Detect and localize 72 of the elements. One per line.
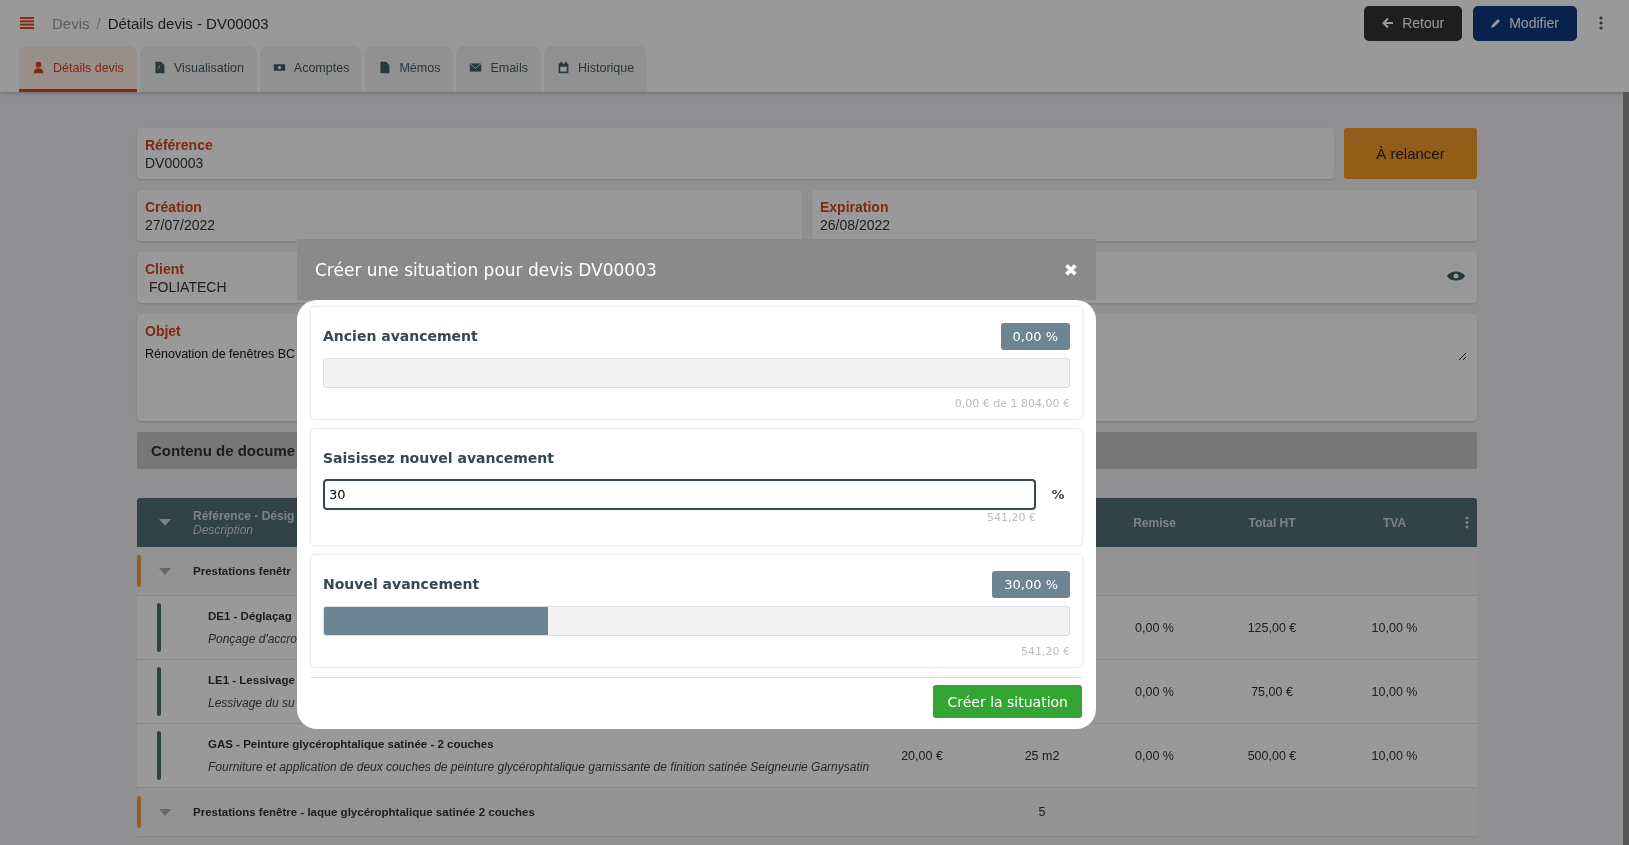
user-icon: [32, 61, 45, 74]
item-title: DE1 - Déglaçag: [208, 609, 292, 622]
amount-text: 0,00 € de 1 804,00 €: [953, 397, 1070, 410]
amount-text: 541,20 €: [986, 511, 1036, 524]
page-title: Détails devis - DV00003: [107, 14, 269, 32]
document-icon: [378, 61, 392, 74]
item-title: LE1 - Lessivage: [208, 673, 295, 686]
column-header: Remise: [1132, 515, 1177, 530]
number-input-field[interactable]: 30: [323, 479, 1036, 510]
column-subheader: Description: [193, 522, 254, 537]
eye-icon[interactable]: [1447, 270, 1465, 282]
breadcrumb-separator: /: [96, 14, 101, 32]
field-value: FOLIATECH: [148, 279, 227, 295]
table-cell-text: 25 m2: [1023, 748, 1061, 763]
calendar-icon: [556, 61, 570, 74]
table-cell-text: 5: [1037, 805, 1047, 819]
item-description: Fourniture et application de deux couches de peinture glycérophtalique garnissante de finition satinée Seigneurie Garnysatin: [208, 759, 870, 774]
field-label: Client: [145, 261, 184, 277]
field-value: DV00003: [145, 155, 204, 171]
banknote-icon: [272, 61, 286, 74]
item-description: Lessivage du su: [208, 695, 295, 710]
tab[interactable]: Visualisation: [139, 46, 257, 92]
breadcrumb-link[interactable]: Devis: [52, 14, 90, 32]
edit-button[interactable]: Modifier: [1473, 5, 1577, 41]
field-label: Objet: [145, 323, 181, 339]
more-options-icon[interactable]: [1599, 16, 1603, 30]
table-cell-text: 0,00 %: [1134, 748, 1175, 763]
percentage-badge: 0,00 %: [1000, 322, 1070, 350]
back-button[interactable]: Retour: [1364, 5, 1463, 41]
section-label: Saisissez nouvel avancement: [323, 450, 554, 466]
field-value: 26/08/2022: [820, 217, 891, 233]
table-cell-text: 0,00 %: [1134, 684, 1175, 699]
pencil-icon: [1491, 18, 1502, 28]
modal-title: Créer une situation pour devis DV00003: [315, 259, 657, 280]
tab[interactable]: Détails devis: [19, 46, 137, 92]
section-label: Ancien avancement: [323, 328, 478, 344]
item-description: Ponçage d'accro: [208, 631, 297, 646]
table-cell-text: 10,00 %: [1370, 620, 1419, 635]
column-header: Total HT: [1247, 515, 1297, 530]
group-title: Prestations fenêtr: [193, 565, 292, 577]
tab[interactable]: Historique: [543, 46, 648, 92]
column-header: TVA: [1381, 515, 1408, 530]
object-text: Rénovation de fenêtres BC: [145, 347, 296, 361]
tab[interactable]: Acomptes: [259, 46, 363, 92]
create-situation-button[interactable]: Créer la situation: [933, 685, 1082, 718]
amount-text: 541,20 €: [1020, 645, 1070, 658]
pdf-file-icon: [152, 61, 166, 74]
status-button[interactable]: À relancer: [1344, 128, 1477, 179]
field-label: Création: [145, 199, 202, 215]
envelope-icon: [469, 61, 483, 74]
menu-icon[interactable]: [20, 17, 34, 29]
table-cell-text: 500,00 €: [1246, 748, 1298, 763]
table-cell-text: 0,00 %: [1134, 620, 1175, 635]
tab[interactable]: Emails: [456, 46, 541, 92]
resize-handle-icon[interactable]: [1458, 352, 1467, 361]
column-header: Référence - Désig: [193, 508, 295, 523]
item-title: GAS - Peinture glycérophtalique satinée - 2 couches: [208, 737, 494, 750]
field-label: Référence: [145, 137, 213, 153]
close-button[interactable]: ✖: [1063, 259, 1078, 280]
unit-label: %: [1050, 487, 1066, 502]
table-cell-text: 10,00 %: [1370, 748, 1419, 763]
field-value: 27/07/2022: [145, 217, 216, 233]
percentage-badge: 30,00 %: [992, 570, 1070, 598]
table-cell-text: 10,00 %: [1370, 684, 1419, 699]
group-title: Prestations fenêtre - laque glycérophtalique satinée 2 couches: [193, 806, 536, 818]
section-label: Nouvel avancement: [323, 576, 480, 592]
table-cell-text: 75,00 €: [1250, 684, 1294, 699]
table-cell-text: 20,00 €: [900, 748, 944, 763]
arrow-left-icon: [1382, 17, 1395, 29]
tab[interactable]: Mémos: [365, 46, 454, 92]
field-label: Expiration: [820, 199, 889, 215]
table-cell-text: 125,00 €: [1246, 620, 1298, 635]
